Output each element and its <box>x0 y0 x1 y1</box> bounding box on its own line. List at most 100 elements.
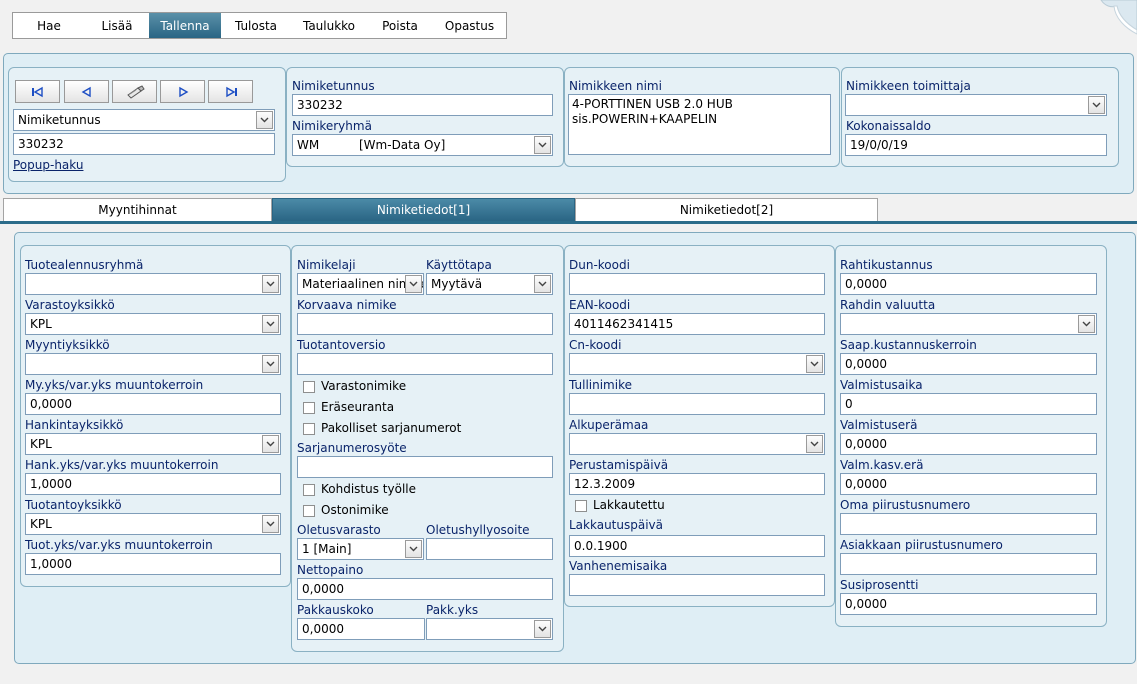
varastoyksikko-select[interactable]: KPL <box>25 313 281 335</box>
previous-record-button[interactable] <box>64 80 109 103</box>
chevron-down-icon[interactable] <box>534 136 551 154</box>
chevron-down-icon[interactable] <box>262 355 279 373</box>
search-field-select[interactable]: Nimiketunnus <box>13 109 275 131</box>
myyntiyksikko-select[interactable] <box>25 353 281 375</box>
tuotantoyksikko-select[interactable]: KPL <box>25 513 281 535</box>
kayttotapa-label: Käyttötapa <box>426 258 492 272</box>
hankyks-label: Hank.yks/var.yks muuntokerroin <box>25 458 219 472</box>
oletushyllyosoite-input[interactable] <box>426 538 553 560</box>
alkuperamaa-label: Alkuperämaa <box>569 418 649 432</box>
menu-tulosta[interactable]: Tulosta <box>221 13 291 38</box>
chevron-down-icon[interactable] <box>262 275 279 293</box>
ostonimike-checkbox[interactable] <box>303 505 315 517</box>
eraseuranta-label: Eräseuranta <box>321 400 395 414</box>
asiakkaan-piirustus-input[interactable] <box>840 553 1097 575</box>
oletusvarasto-select[interactable]: 1 [Main] <box>297 538 424 560</box>
chevron-down-icon[interactable] <box>534 275 551 293</box>
nettopaino-input[interactable]: 0,0000 <box>297 578 553 600</box>
last-record-button[interactable] <box>208 80 253 103</box>
rahdin-valuutta-select[interactable] <box>840 313 1097 335</box>
flashlight-icon <box>126 84 145 99</box>
valmistusera-input[interactable]: 0,0000 <box>840 433 1097 455</box>
tuotantoversio-input[interactable] <box>297 353 553 375</box>
previous-icon <box>81 86 91 97</box>
nimikeryhma-select[interactable]: WM [Wm-Data Oy] <box>292 134 553 156</box>
valmistusaika-input[interactable]: 0 <box>840 393 1097 415</box>
tuotyks-input[interactable]: 1,0000 <box>25 553 281 575</box>
tab-nimiketiedot-2[interactable]: Nimiketiedot[2] <box>575 198 878 222</box>
lakkautuspaiva-input[interactable]: 0.0.1900 <box>569 535 825 557</box>
kayttotapa-select[interactable]: Myytävä <box>426 273 553 295</box>
chevron-down-icon[interactable] <box>262 435 279 453</box>
search-flashlight-button[interactable] <box>112 80 157 103</box>
lakkautettu-label: Lakkautettu <box>593 498 665 512</box>
tullinimike-input[interactable] <box>569 393 825 415</box>
pakkauskoko-input[interactable]: 0,0000 <box>297 618 425 640</box>
popup-search-link[interactable]: Popup-haku <box>13 158 83 172</box>
myyks-input[interactable]: 0,0000 <box>25 393 281 415</box>
chevron-down-icon[interactable] <box>262 515 279 533</box>
oletusvarasto-label: Oletusvarasto <box>297 523 381 537</box>
pakkyks-select[interactable] <box>426 618 553 640</box>
menu-tallenna[interactable]: Tallenna <box>149 13 221 38</box>
perustamispaiva-label: Perustamispäivä <box>569 458 669 472</box>
dun-label: Dun-koodi <box>569 258 630 272</box>
menu-lisaa[interactable]: Lisää <box>85 13 149 38</box>
chevron-down-icon[interactable] <box>1088 96 1105 114</box>
dun-input[interactable] <box>569 273 825 295</box>
pakolliset-checkbox[interactable] <box>303 423 315 435</box>
tab-nimiketiedot-1[interactable]: Nimiketiedot[1] <box>272 198 575 222</box>
kohdistus-checkbox[interactable] <box>303 484 315 496</box>
saap-input[interactable]: 0,0000 <box>840 353 1097 375</box>
menu-poista[interactable]: Poista <box>367 13 433 38</box>
first-record-button[interactable] <box>15 80 60 103</box>
total-balance-input[interactable]: 19/0/0/19 <box>845 134 1107 156</box>
oma-piirustus-input[interactable] <box>840 513 1097 535</box>
tuotantoversio-label: Tuotantoversio <box>297 338 386 352</box>
tab-myyntihinnat[interactable]: Myyntihinnat <box>3 198 272 222</box>
rahdin-valuutta-label: Rahdin valuutta <box>840 298 936 312</box>
eraseuranta-checkbox[interactable] <box>303 402 315 414</box>
chevron-down-icon[interactable] <box>806 355 823 373</box>
varastonimike-label: Varastonimike <box>321 379 407 393</box>
tab-strip: Myyntihinnat Nimiketiedot[1] Nimiketiedo… <box>3 198 878 222</box>
next-record-button[interactable] <box>160 80 205 103</box>
rahtikustannus-input[interactable]: 0,0000 <box>840 273 1097 295</box>
chevron-down-icon[interactable] <box>1078 315 1095 333</box>
hankintayksikko-value: KPL <box>30 437 52 451</box>
menu-taulukko[interactable]: Taulukko <box>291 13 367 38</box>
perustamispaiva-input[interactable]: 12.3.2009 <box>569 473 825 495</box>
sarjanumerosyote-input[interactable] <box>297 456 553 478</box>
ean-input[interactable]: 4011462341415 <box>569 313 825 335</box>
tullinimike-label: Tullinimike <box>569 378 632 392</box>
item-name-textarea[interactable]: 4-PORTTINEN USB 2.0 HUB sis.POWERIN+KAAP… <box>568 94 831 155</box>
chevron-down-icon[interactable] <box>405 540 422 558</box>
menu-opastus[interactable]: Opastus <box>433 13 506 38</box>
nimikelaji-select[interactable]: Materiaalinen nimike <box>297 273 424 295</box>
nimiketunnus-input[interactable]: 330232 <box>292 94 553 116</box>
chevron-down-icon[interactable] <box>534 620 551 638</box>
valmkasv-input[interactable]: 0,0000 <box>840 473 1097 495</box>
cn-select[interactable] <box>569 353 825 375</box>
chevron-down-icon[interactable] <box>262 315 279 333</box>
susiprosentti-input[interactable]: 0,0000 <box>840 593 1097 615</box>
vanhenemisaika-input[interactable] <box>569 574 825 596</box>
valmistusera-label: Valmistuserä <box>840 418 918 432</box>
search-input[interactable]: 330232 <box>13 133 275 155</box>
tuotantoyksikko-label: Tuotantoyksikkö <box>25 498 122 512</box>
chevron-down-icon[interactable] <box>256 111 273 129</box>
hankintayksikko-select[interactable]: KPL <box>25 433 281 455</box>
hankyks-input[interactable]: 1,0000 <box>25 473 281 495</box>
supplier-select[interactable] <box>845 94 1107 116</box>
chevron-down-icon[interactable] <box>806 435 823 453</box>
item-name-line-1: 4-PORTTINEN USB 2.0 HUB <box>572 97 733 111</box>
korvaava-input[interactable] <box>297 313 553 335</box>
ean-label: EAN-koodi <box>569 298 631 312</box>
varastonimike-checkbox[interactable] <box>303 381 315 393</box>
alkuperamaa-select[interactable] <box>569 433 825 455</box>
tuotealennusryhma-select[interactable] <box>25 273 281 295</box>
menu-hae[interactable]: Hae <box>13 13 85 38</box>
lakkautettu-checkbox[interactable] <box>575 500 587 512</box>
chevron-down-icon[interactable] <box>405 275 422 293</box>
tuotyks-label: Tuot.yks/var.yks muuntokerroin <box>25 538 213 552</box>
